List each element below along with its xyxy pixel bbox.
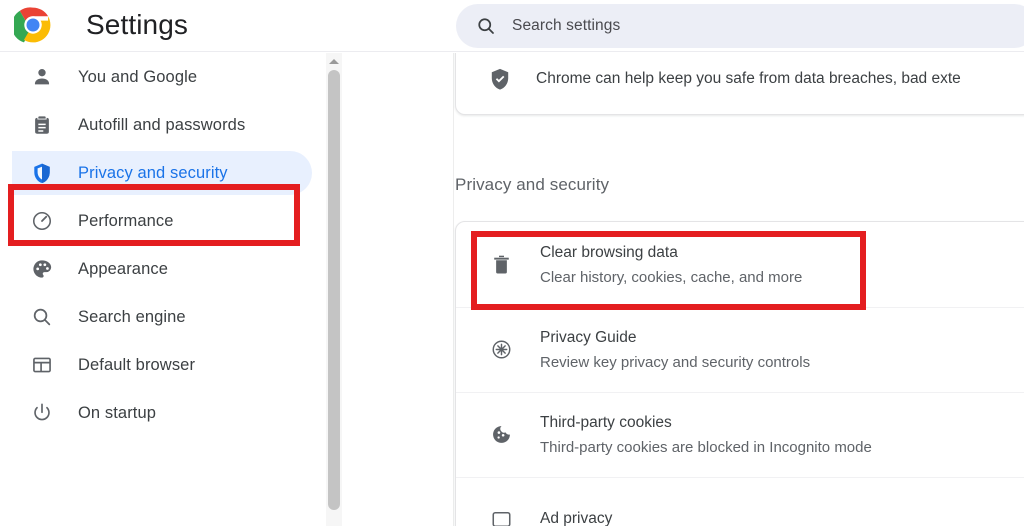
setting-subtitle: Clear history, cookies, cache, and more (540, 268, 803, 286)
setting-title: Ad privacy (540, 510, 613, 526)
scrollbar-thumb[interactable] (328, 70, 340, 510)
chrome-logo (11, 6, 52, 44)
setting-row-body: Privacy Guide Review key privacy and sec… (540, 326, 810, 374)
setting-row-privacy-guide[interactable]: Privacy Guide Review key privacy and sec… (456, 307, 1024, 392)
search-input[interactable]: Search settings (512, 17, 620, 35)
browser-window-icon (30, 353, 54, 377)
power-icon (30, 401, 54, 425)
sidebar-item-label: Default browser (78, 355, 196, 374)
magnifier-icon (30, 305, 54, 329)
shield-check-filled-icon (488, 67, 512, 91)
privacy-guide-icon (488, 337, 514, 363)
sidebar-item-label: Autofill and passwords (78, 115, 246, 134)
chevron-up-icon[interactable] (326, 55, 342, 67)
safety-check-card[interactable]: Chrome can help keep you safe from data … (455, 53, 1024, 115)
setting-subtitle: Review key privacy and security controls (540, 353, 811, 371)
setting-row-body: Clear browsing data Clear history, cooki… (540, 241, 802, 289)
sidebar-item-appearance[interactable]: Appearance (0, 245, 326, 293)
settings-content: Chrome can help keep you safe from data … (343, 53, 1024, 526)
safety-check-row[interactable]: Chrome can help keep you safe from data … (456, 53, 1024, 116)
sidebar-item-you-and-google[interactable]: You and Google (0, 53, 326, 101)
sidebar-item-label: Performance (78, 211, 174, 230)
setting-row-third-party-cookies[interactable]: Third-party cookies Third-party cookies … (456, 392, 1024, 477)
setting-title: Privacy Guide (540, 328, 637, 346)
setting-row-clear-browsing-data[interactable]: Clear browsing data Clear history, cooki… (456, 222, 1024, 307)
setting-row-ad-privacy[interactable]: Ad privacy (456, 477, 1024, 526)
sidebar-item-label: On startup (78, 403, 157, 422)
sidebar-item-label: Privacy and security (78, 163, 228, 182)
cookie-icon (488, 422, 514, 448)
ad-privacy-icon (488, 507, 514, 526)
app-header: Settings Search settings (0, 0, 1024, 52)
clipboard-icon (30, 113, 54, 137)
sidebar-item-label: Appearance (78, 259, 168, 278)
section-heading-privacy-and-security: Privacy and security (455, 175, 610, 194)
page-title: Settings (86, 9, 188, 40)
setting-title: Clear browsing data (540, 243, 678, 261)
sidebar-item-label: You and Google (78, 67, 198, 86)
shield-check-icon (30, 161, 54, 185)
speedometer-icon (30, 209, 54, 233)
setting-subtitle: Third-party cookies are blocked in Incog… (540, 438, 872, 456)
search-icon (476, 16, 496, 36)
setting-row-body: Ad privacy (540, 507, 612, 526)
sidebar-item-performance[interactable]: Performance (0, 197, 326, 245)
content-left-rule (453, 53, 454, 526)
sidebar-item-search-engine[interactable]: Search engine (0, 293, 326, 341)
setting-title: Third-party cookies (540, 413, 672, 431)
settings-sidebar: You and Google Autofill and passwords Pr… (0, 53, 326, 526)
sidebar-item-label: Search engine (78, 307, 186, 326)
settings-page: Settings Search settings You and Google (0, 0, 1024, 526)
palette-icon (30, 257, 54, 281)
trash-icon (488, 252, 514, 278)
sidebar-item-on-startup[interactable]: On startup (0, 389, 326, 437)
person-icon (30, 65, 54, 89)
sidebar-item-autofill-and-passwords[interactable]: Autofill and passwords (0, 101, 326, 149)
privacy-settings-card: Clear browsing data Clear history, cooki… (455, 221, 1024, 526)
sidebar-item-default-browser[interactable]: Default browser (0, 341, 326, 389)
setting-row-body: Third-party cookies Third-party cookies … (540, 411, 872, 459)
search-settings-box[interactable]: Search settings (456, 4, 1024, 48)
sidebar-item-privacy-and-security[interactable]: Privacy and security (0, 149, 326, 197)
sidebar-scrollbar[interactable] (326, 53, 342, 526)
safety-check-text: Chrome can help keep you safe from data … (536, 70, 961, 87)
